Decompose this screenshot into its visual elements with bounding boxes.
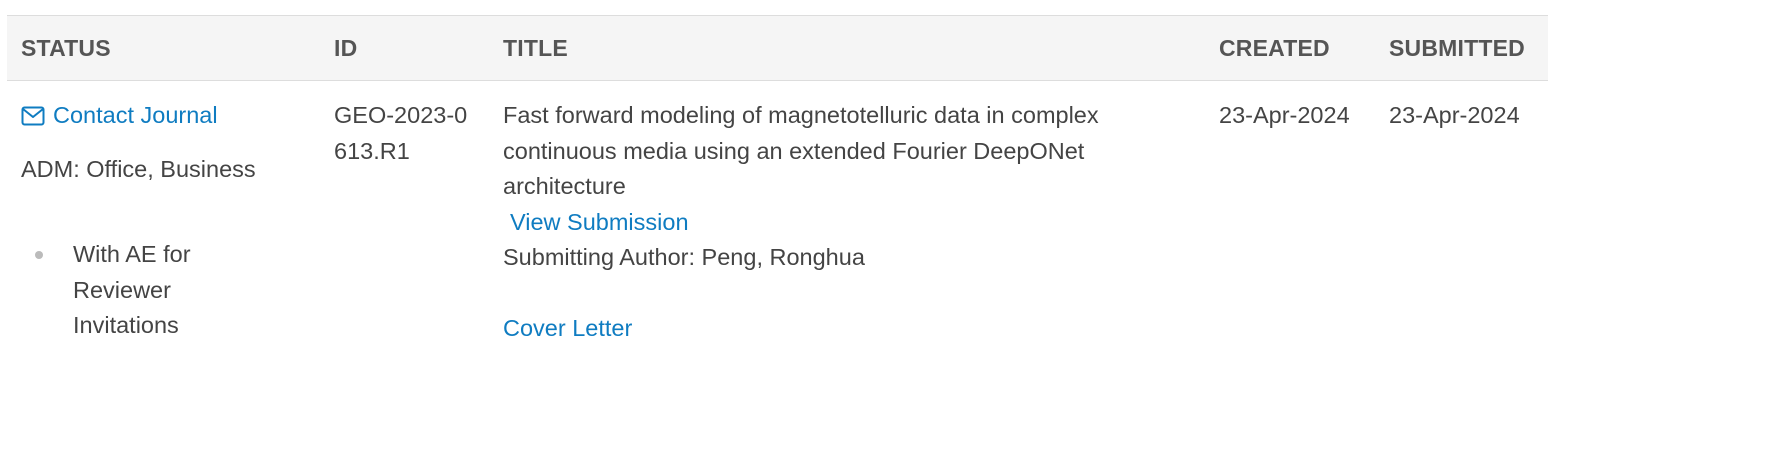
contact-journal-label: Contact Journal: [53, 102, 218, 128]
manuscript-title: Fast forward modeling of magnetotelluric…: [503, 102, 1099, 199]
title-cell: Fast forward modeling of magnetotelluric…: [489, 81, 1205, 347]
table-row: Contact Journal ADM: Office, Business Wi…: [7, 81, 1548, 347]
manuscript-id: GEO-2023-0613.R1: [334, 102, 468, 164]
cover-letter-link[interactable]: Cover Letter: [503, 315, 632, 341]
submitted-date: 23-Apr-2024: [1389, 102, 1520, 128]
submitting-author: Submitting Author: Peng, Ronghua: [503, 244, 865, 270]
adm-text: ADM: Office, Business: [21, 155, 256, 182]
submissions-table: STATUS ID TITLE CREATED SUBMITTED Contac…: [7, 15, 1548, 346]
contact-journal-link[interactable]: Contact Journal: [21, 98, 320, 134]
submitted-cell: 23-Apr-2024: [1375, 81, 1548, 347]
status-list: With AE for Reviewer Invitations: [21, 237, 320, 344]
column-header-id: ID: [320, 15, 489, 81]
column-header-created: CREATED: [1205, 15, 1375, 81]
column-header-title: TITLE: [489, 15, 1205, 81]
column-header-submitted: SUBMITTED: [1375, 15, 1548, 81]
submissions-table-container: STATUS ID TITLE CREATED SUBMITTED Contac…: [7, 15, 1766, 346]
table-header-row: STATUS ID TITLE CREATED SUBMITTED: [7, 15, 1548, 81]
status-list-item: With AE for Reviewer Invitations: [21, 237, 223, 344]
id-cell: GEO-2023-0613.R1: [320, 81, 489, 347]
envelope-icon: [21, 106, 45, 126]
column-header-status: STATUS: [7, 15, 320, 81]
view-submission-link[interactable]: View Submission: [503, 205, 689, 241]
bullet-dot: [35, 251, 43, 259]
created-cell: 23-Apr-2024: [1205, 81, 1375, 347]
created-date: 23-Apr-2024: [1219, 102, 1350, 128]
status-item-text: With AE for Reviewer Invitations: [73, 241, 191, 338]
status-cell: Contact Journal ADM: Office, Business Wi…: [7, 81, 320, 347]
